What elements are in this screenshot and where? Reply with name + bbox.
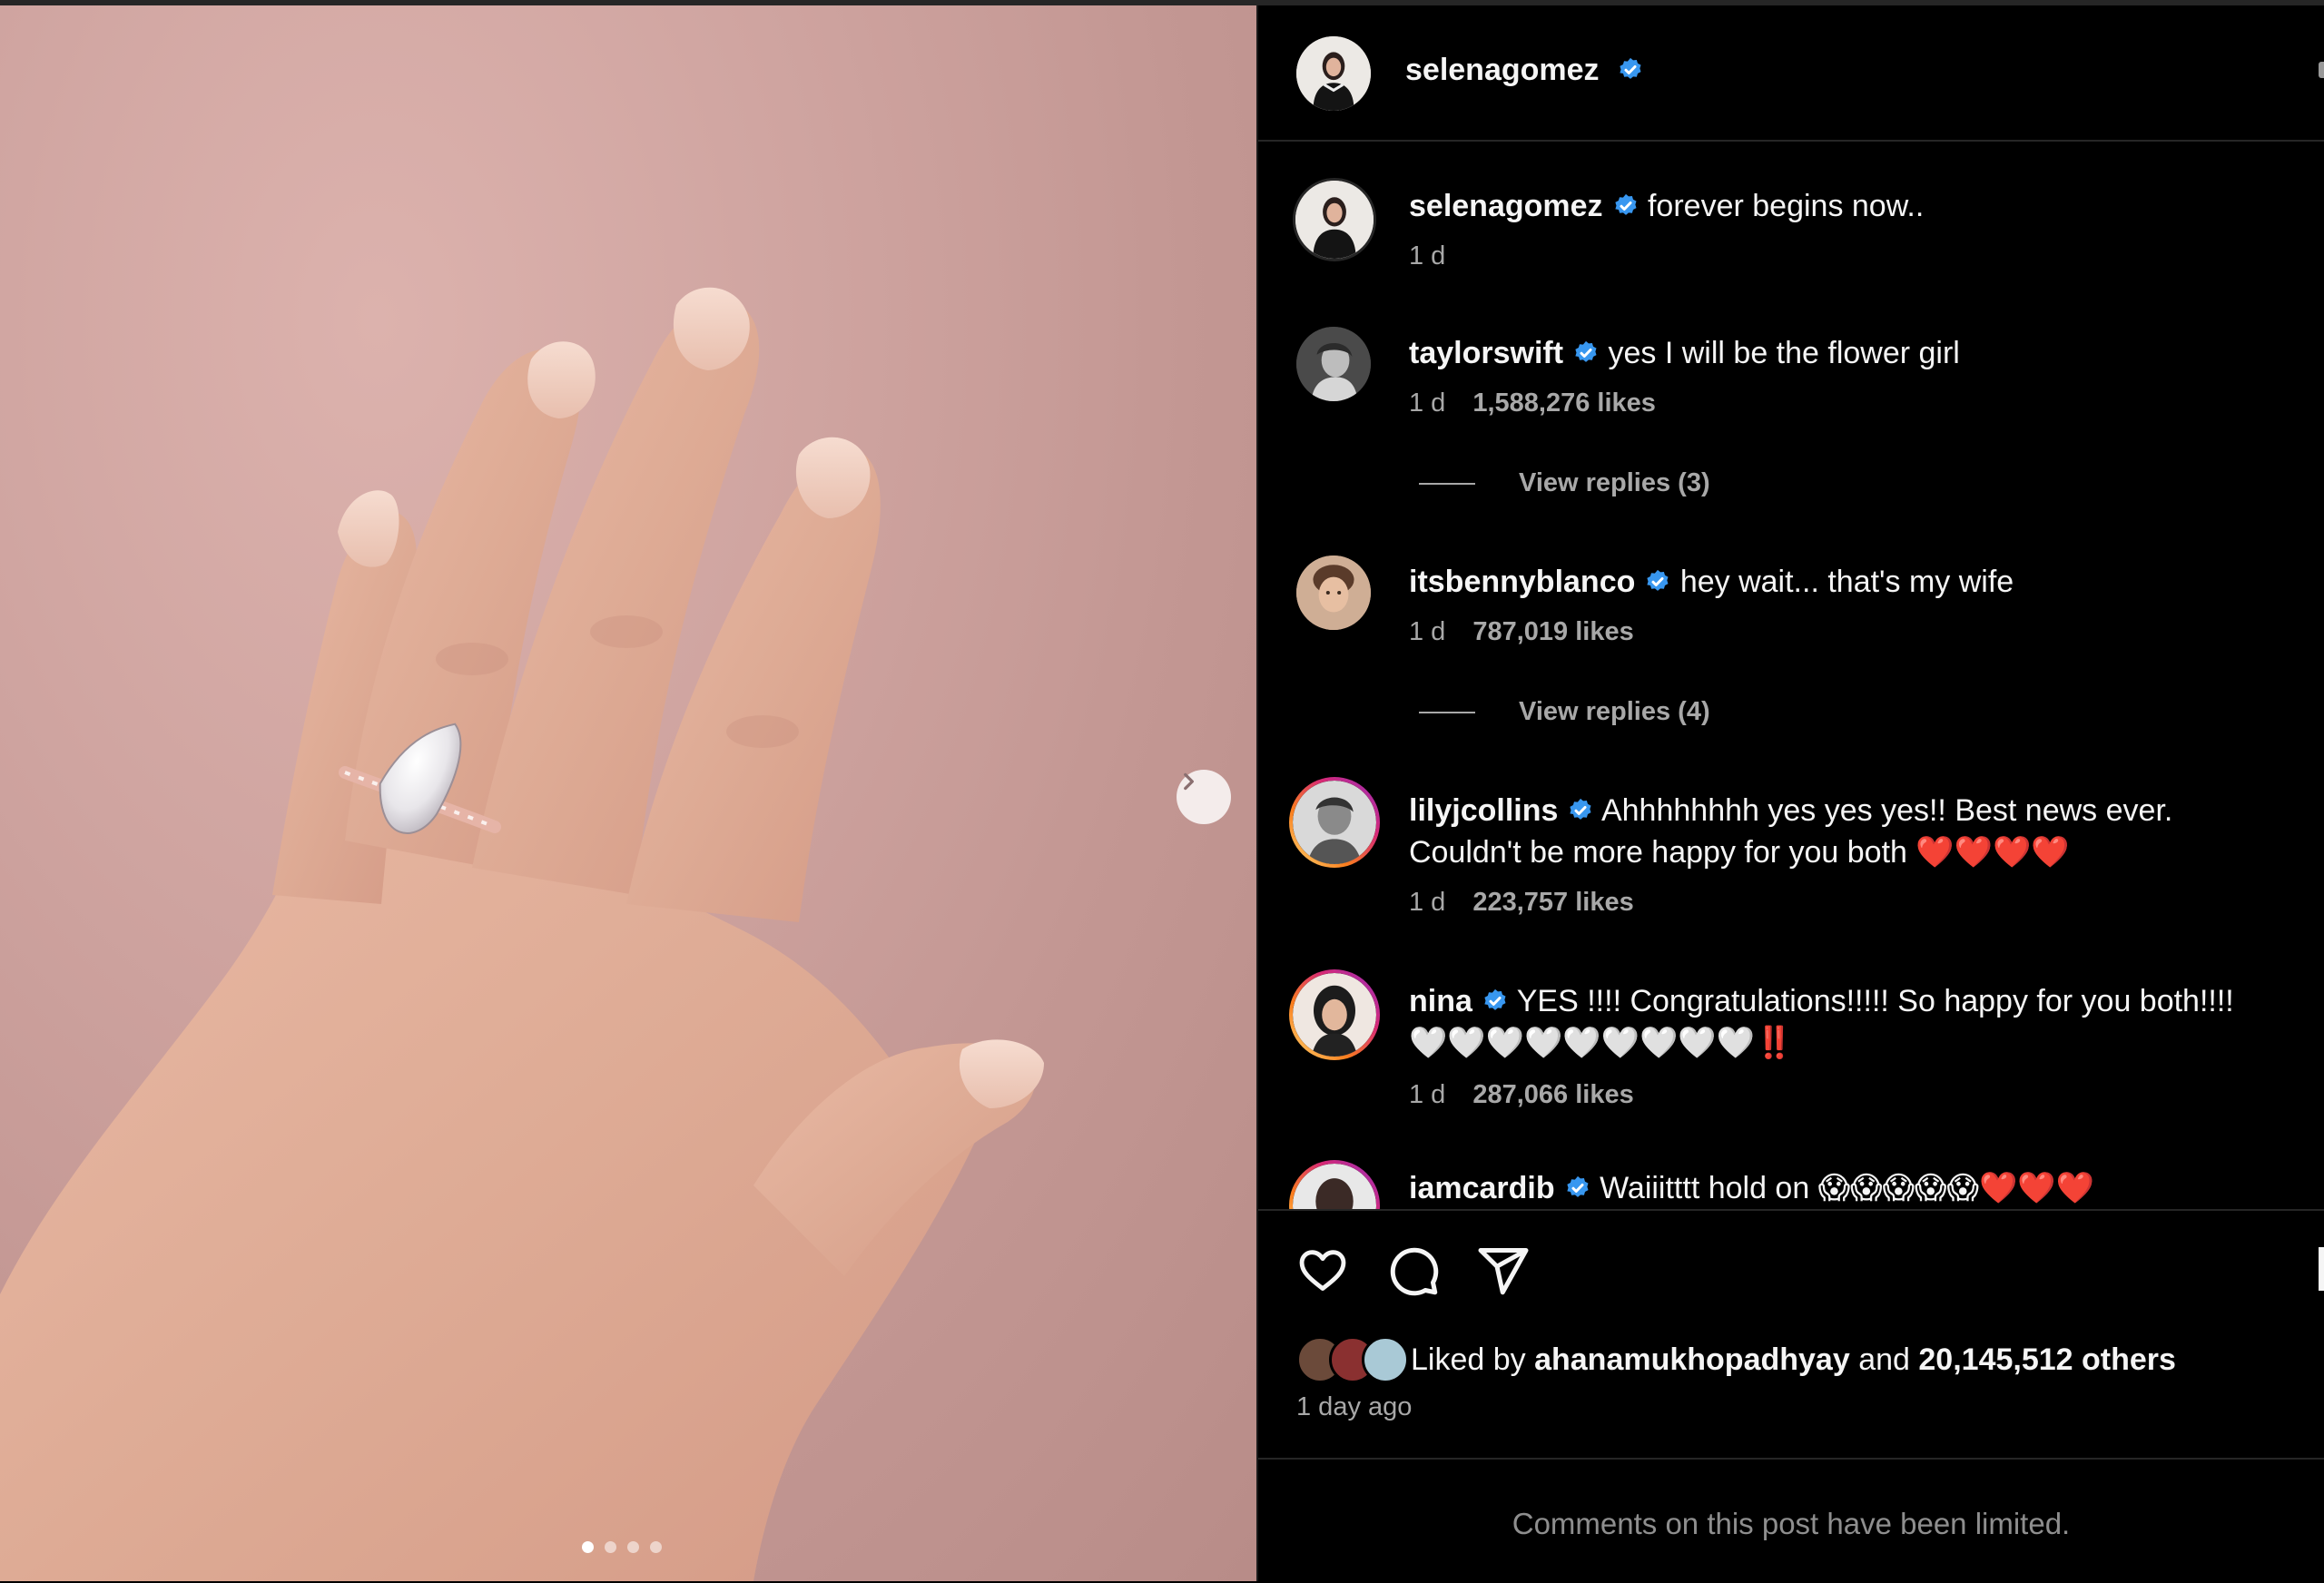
- comment-avatar-taylorswift[interactable]: [1296, 327, 1371, 401]
- view-replies-text[interactable]: View replies (3): [1519, 468, 1710, 497]
- verified-badge-icon: [1570, 798, 1591, 820]
- comment-emoji-end: ‼️: [1755, 1026, 1794, 1060]
- comments-list[interactable]: selenagomez forever begins now.. 1 d tay…: [1258, 142, 2324, 1209]
- replies-line: [1419, 483, 1475, 486]
- liked-by-and: and: [1858, 1342, 1910, 1377]
- hand-with-ring-illustration: [0, 287, 1044, 1581]
- view-replies-button[interactable]: View replies (3): [1419, 468, 1710, 498]
- comment-emoji: ❤️❤️❤️❤️: [1915, 835, 2070, 870]
- verified-badge-icon: [1575, 340, 1597, 362]
- comment-age: 1 d: [1409, 388, 1446, 418]
- liked-by-user[interactable]: ahanamukhopadhyay: [1534, 1342, 1850, 1377]
- comment-username[interactable]: taylorswift: [1409, 336, 1563, 370]
- comment-emoji: 🤍🤍🤍🤍🤍🤍🤍🤍🤍: [1409, 1026, 1756, 1060]
- comment-itsbennyblanco: itsbennyblanco hey wait... that's my wif…: [1409, 561, 2308, 603]
- comment-taylorswift: taylorswift yes I will be the flower gir…: [1409, 332, 2308, 374]
- liked-by-prefix: Liked by: [1411, 1342, 1526, 1377]
- verified-badge-icon: [1620, 57, 1641, 79]
- next-slide-button[interactable]: [1177, 770, 1231, 824]
- liked-by-others[interactable]: 20,145,512 others: [1918, 1342, 2176, 1377]
- comment-avatar-nina[interactable]: [1289, 969, 1380, 1060]
- verified-badge-icon: [1484, 988, 1506, 1010]
- avatar-illustration: [1296, 327, 1371, 401]
- save-button-edge[interactable]: [2319, 1247, 2324, 1291]
- more-options-edge[interactable]: [2319, 62, 2324, 78]
- caption-avatar[interactable]: [1293, 178, 1376, 261]
- chevron-right-icon: [1184, 772, 1194, 791]
- avatar-illustration: [1293, 973, 1376, 1057]
- comment-lilyjcollins: lilyjcollins Ahhhhhhhh yes yes yes!! Bes…: [1409, 790, 2308, 873]
- liked-by-text: Liked by ahanamukhopadhyay and 20,145,51…: [1411, 1342, 2176, 1378]
- comments-limited-notice: Comments on this post have been limited.: [1512, 1507, 2071, 1540]
- comment-likes[interactable]: 287,066 likes: [1472, 1080, 1633, 1109]
- comment-emoji: 😱😱😱😱😱❤️❤️❤️: [1817, 1171, 2094, 1205]
- comment-text: hey wait... that's my wife: [1679, 565, 2014, 599]
- replies-line: [1419, 712, 1475, 714]
- post-header: selenagomez: [1258, 5, 2324, 142]
- caption-text: forever begins now..: [1647, 189, 1925, 223]
- like-button[interactable]: [1295, 1244, 1351, 1301]
- post-side-panel: selenagomez selenagomez forever begins n…: [1258, 5, 2324, 1581]
- carousel-dot: [605, 1541, 616, 1553]
- avatar-illustration: [1293, 781, 1376, 864]
- caption-age-text: 1 d: [1409, 241, 1446, 270]
- carousel-indicator: [582, 1541, 662, 1553]
- liked-by-row: Liked by ahanamukhopadhyay and 20,145,51…: [1296, 1334, 2176, 1385]
- comment-text: YES !!!! Congratulations!!!!! So happy f…: [1516, 984, 2234, 1018]
- comment-text: Waiiitttt hold on: [1600, 1171, 1810, 1205]
- caption: selenagomez forever begins now..: [1409, 185, 2308, 227]
- comment-button[interactable]: [1385, 1244, 1442, 1303]
- comment-username[interactable]: iamcardib: [1409, 1171, 1555, 1205]
- comment-age: 1 d: [1409, 1080, 1446, 1109]
- comment-nina: nina YES !!!! Congratulations!!!!! So ha…: [1409, 980, 2308, 1064]
- avatar-illustration: [1296, 556, 1371, 630]
- liker-avatar[interactable]: [1362, 1336, 1409, 1383]
- comment-meta: 1 d 287,066 likes: [1409, 1080, 1634, 1110]
- comment-username[interactable]: itsbennyblanco: [1409, 565, 1635, 599]
- caption-age: 1 d: [1409, 241, 1445, 271]
- comment-meta: 1 d 223,757 likes: [1409, 888, 1634, 918]
- comment-avatar-itsbennyblanco[interactable]: [1296, 556, 1371, 630]
- comment-meta: 1 d 1,588,276 likes: [1409, 388, 1656, 418]
- post-image[interactable]: [0, 5, 1256, 1581]
- author-avatar-illustration: [1296, 36, 1371, 111]
- comment-username[interactable]: lilyjcollins: [1409, 793, 1558, 828]
- caption-avatar-illustration: [1295, 181, 1374, 259]
- comment-text-line2: Couldn't be more happy for you both: [1409, 835, 1907, 870]
- carousel-dot: [582, 1541, 594, 1553]
- comment-icon: [1390, 1247, 1439, 1296]
- comment-likes[interactable]: 223,757 likes: [1472, 888, 1633, 917]
- header-username[interactable]: selenagomez: [1405, 53, 1644, 88]
- caption-username[interactable]: selenagomez: [1409, 189, 1603, 223]
- comment-limited-section: Comments on this post have been limited.: [1258, 1458, 2324, 1583]
- comment-likes[interactable]: 787,019 likes: [1472, 617, 1633, 646]
- comment-iamcardib: iamcardib Waiiitttt hold on 😱😱😱😱😱❤️❤️❤️: [1409, 1167, 2308, 1209]
- comment-age: 1 d: [1409, 888, 1446, 917]
- carousel-dot: [650, 1541, 662, 1553]
- share-button[interactable]: [1476, 1244, 1531, 1303]
- comment-text: yes I will be the flower girl: [1608, 336, 1960, 370]
- verified-badge-icon: [1614, 193, 1637, 215]
- comment-username[interactable]: nina: [1409, 984, 1472, 1018]
- header-username-text[interactable]: selenagomez: [1405, 53, 1600, 87]
- avatar-illustration: [1293, 1164, 1376, 1209]
- share-icon: [1478, 1248, 1529, 1295]
- view-replies-text[interactable]: View replies (4): [1519, 697, 1710, 726]
- view-replies-button[interactable]: View replies (4): [1419, 697, 1710, 727]
- comment-text: Ahhhhhhhh yes yes yes!! Best news ever.: [1600, 793, 2173, 828]
- comment-avatar-lilyjcollins[interactable]: [1289, 777, 1380, 868]
- comment-meta: 1 d 787,019 likes: [1409, 617, 1634, 647]
- post-time-ago: 1 day ago: [1296, 1392, 1413, 1421]
- verified-badge-icon: [1647, 569, 1669, 591]
- verified-badge-icon: [1567, 1175, 1589, 1197]
- heart-icon: [1299, 1250, 1346, 1291]
- carousel-dot: [627, 1541, 639, 1553]
- comment-age: 1 d: [1409, 617, 1446, 646]
- comment-likes[interactable]: 1,588,276 likes: [1472, 388, 1656, 418]
- comment-avatar-iamcardib[interactable]: [1289, 1160, 1380, 1209]
- author-avatar[interactable]: [1296, 36, 1371, 111]
- action-bar-divider: [1258, 1209, 2324, 1211]
